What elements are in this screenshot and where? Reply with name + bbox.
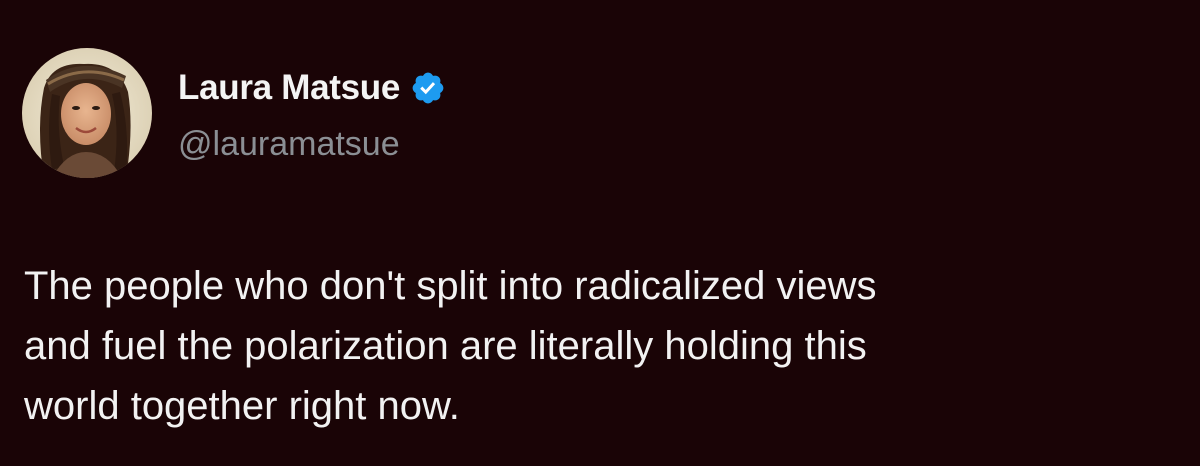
author-handle[interactable]: @lauramatsue	[178, 125, 400, 164]
author-name-row: Laura Matsue	[178, 66, 446, 110]
profile-photo	[22, 48, 152, 178]
tweet-text: The people who don't split into radicali…	[24, 256, 1174, 436]
tweet-text-line: The people who don't split into radicali…	[24, 264, 877, 308]
avatar[interactable]	[22, 48, 152, 178]
tweet-text-line: world together right now.	[24, 384, 460, 428]
tweet-text-line: and fuel the polarization are literally …	[24, 324, 867, 368]
tweet-card: Laura Matsue @lauramatsue The people who…	[0, 0, 1200, 466]
display-name[interactable]: Laura Matsue	[178, 68, 400, 108]
verified-badge-icon	[410, 70, 446, 106]
